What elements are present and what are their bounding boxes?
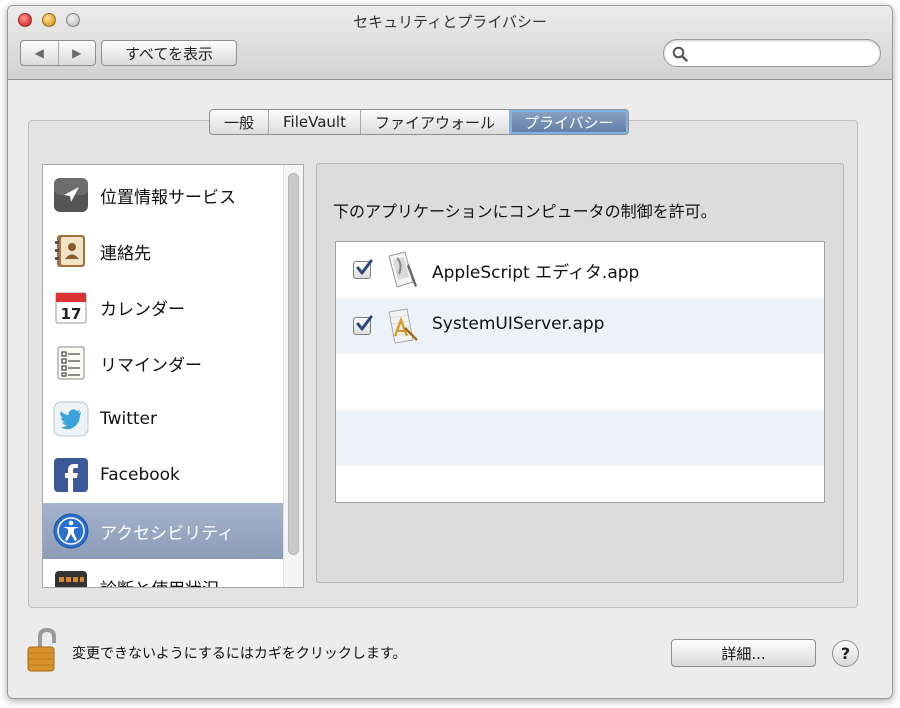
sidebar-item-accessibility[interactable]: アクセシビリティ — [43, 503, 283, 559]
title-bar: セキュリティとプライバシー ◀ ▶ すべてを表示 — [8, 6, 892, 80]
sidebar-item-location-services[interactable]: 位置情報サービス — [43, 167, 283, 223]
tab-filevault[interactable]: FileVault — [269, 110, 361, 134]
forward-button[interactable]: ▶ — [59, 41, 96, 65]
app-placeholder-icon — [388, 308, 418, 344]
lock-icon[interactable] — [26, 627, 62, 673]
help-button[interactable]: ? — [832, 640, 859, 667]
twitter-bird-icon — [53, 401, 89, 437]
checkmark-icon — [356, 315, 373, 331]
tab-privacy[interactable]: プライバシー — [509, 110, 628, 134]
list-empty-row — [336, 354, 824, 410]
sidebar-item-calendar[interactable]: 17 カレンダー — [43, 279, 283, 335]
privacy-category-list: 位置情報サービス 連絡先 17 カレンダー リマインダー Twitter Fac… — [42, 164, 304, 588]
list-empty-row — [336, 410, 824, 466]
checkmark-icon — [356, 259, 373, 275]
sidebar-item-facebook[interactable]: Facebook — [43, 447, 283, 503]
sidebar-item-label: 連絡先 — [100, 243, 151, 264]
sidebar-item-label: 位置情報サービス — [100, 187, 236, 208]
sidebar-item-label: カレンダー — [100, 299, 185, 320]
sidebar-item-label: Facebook — [100, 465, 180, 485]
location-arrow-icon — [54, 178, 88, 212]
calendar-day-number: 17 — [61, 305, 82, 323]
app-checkbox[interactable] — [353, 259, 373, 279]
sidebar-scroll-thumb[interactable] — [288, 173, 299, 555]
advanced-button[interactable]: 詳細... — [671, 639, 816, 667]
app-row-applescript[interactable]: AppleScript エディタ.app — [336, 242, 824, 298]
show-all-button[interactable]: すべてを表示 — [101, 40, 237, 66]
contacts-book-icon — [55, 235, 85, 267]
sidebar-item-diagnostics[interactable]: 診断と使用状況 — [43, 559, 283, 588]
sidebar-item-label: リマインダー — [100, 355, 202, 376]
app-name: AppleScript エディタ.app — [432, 263, 640, 283]
window-title: セキュリティとプライバシー — [353, 13, 547, 31]
app-checkbox[interactable] — [353, 315, 373, 335]
back-forward-control: ◀ ▶ — [20, 40, 96, 66]
list-empty-row — [336, 466, 824, 502]
reminders-list-icon — [57, 346, 85, 380]
app-name: SystemUIServer.app — [432, 314, 605, 334]
search-field[interactable] — [663, 39, 881, 67]
facebook-f-icon — [54, 458, 88, 492]
sidebar-scrollbar[interactable] — [283, 165, 303, 587]
applescript-editor-icon — [388, 251, 417, 288]
search-icon — [672, 46, 688, 62]
lock-instruction: 変更できないようにするにはカギをクリックします。 — [72, 646, 407, 662]
tab-bar: 一般 FileVault ファイアウォール プライバシー — [209, 109, 629, 135]
search-input[interactable] — [692, 43, 872, 63]
diagnostics-icon — [55, 571, 87, 587]
calendar-icon: 17 — [55, 292, 87, 324]
allowed-apps-list: AppleScript エディタ.app SystemUIServer.app — [335, 241, 825, 503]
sidebar-item-label: アクセシビリティ — [100, 523, 235, 544]
sidebar-item-reminders[interactable]: リマインダー — [43, 335, 283, 391]
tab-general[interactable]: 一般 — [210, 110, 270, 134]
tab-firewall[interactable]: ファイアウォール — [361, 110, 510, 134]
sidebar-item-twitter[interactable]: Twitter — [43, 391, 283, 447]
sidebar-item-label: 診断と使用状況 — [100, 575, 219, 588]
sidebar-item-contacts[interactable]: 連絡先 — [43, 223, 283, 279]
back-button[interactable]: ◀ — [21, 41, 59, 65]
permission-prompt: 下のアプリケーションにコンピュータの制御を許可。 — [333, 202, 717, 221]
sidebar-item-label: Twitter — [100, 409, 157, 429]
app-row-systemuiserver[interactable]: SystemUIServer.app — [336, 298, 824, 354]
accessibility-person-icon — [53, 513, 89, 549]
